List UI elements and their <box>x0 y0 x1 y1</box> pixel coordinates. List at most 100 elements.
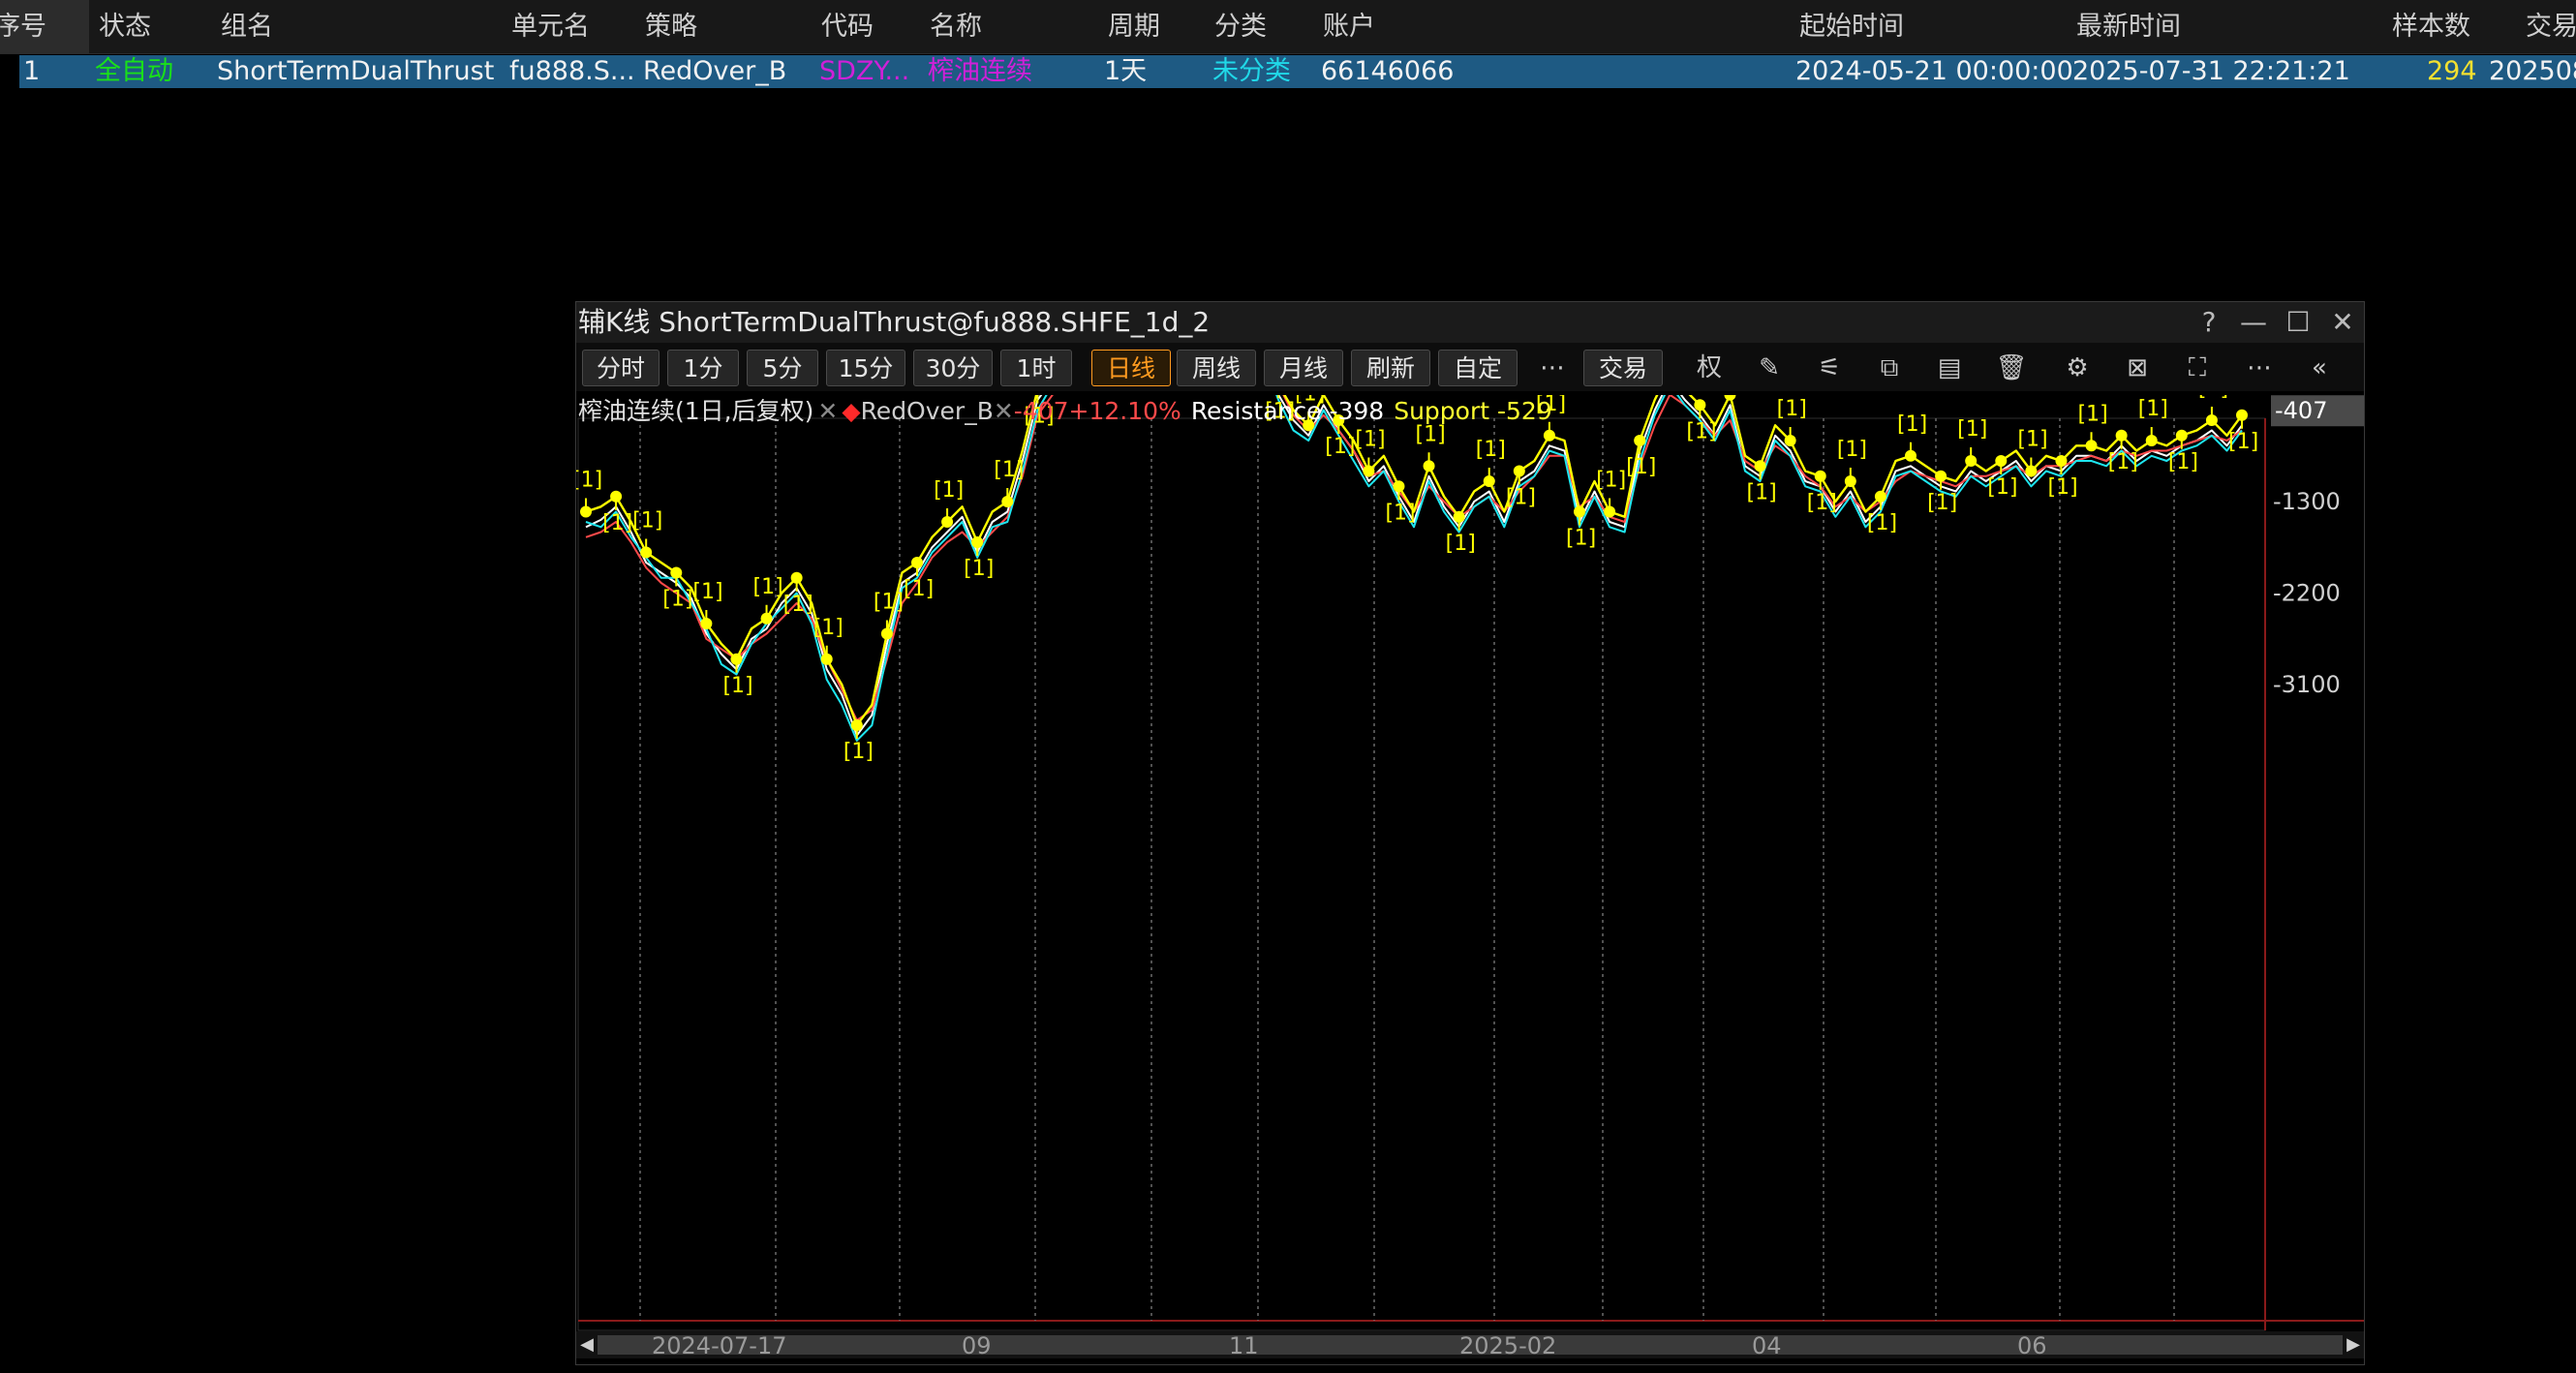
legend-resistance: Resistance -398 <box>1190 397 1385 425</box>
pen-icon[interactable]: ✎ <box>1750 350 1789 386</box>
x-label-2: 11 <box>1229 1332 1259 1359</box>
minimize-icon[interactable]: — <box>2234 302 2273 343</box>
legend-remove-strategy-icon[interactable]: ✕ <box>994 397 1014 425</box>
period-button-weekly[interactable]: 周线 <box>1177 350 1256 386</box>
scroll-left-icon[interactable]: ◀ <box>576 1331 598 1358</box>
legend-strategy: RedOver_B <box>860 397 994 425</box>
legend-diamond-icon: ◆ <box>842 397 861 425</box>
signal-label-74: [1] <box>1686 419 1716 443</box>
signal-label-60: [1] <box>1476 438 1506 462</box>
col-latest-time[interactable]: 最新时间 <box>2076 0 2181 53</box>
cell-samples: 294 <box>2427 56 2477 86</box>
col-seq[interactable]: 序号 <box>0 0 46 53</box>
signal-label-8: [1] <box>692 580 722 604</box>
cell-unit: fu888.S... <box>509 56 635 86</box>
period-button-monthly[interactable]: 月线 <box>1264 350 1343 386</box>
col-samples[interactable]: 样本数 <box>2392 0 2470 53</box>
signal-label-90: [1] <box>1927 491 1957 515</box>
signal-label-80: [1] <box>1777 397 1807 421</box>
gear-icon[interactable]: ⚙ <box>2058 350 2097 386</box>
trash-icon[interactable]: 🗑 <box>1992 350 2031 386</box>
x-label-4: 04 <box>1752 1332 1782 1359</box>
signal-label-2: [1] <box>602 511 632 535</box>
legend-remove-series-icon[interactable]: ✕ <box>817 397 838 425</box>
signal-label-70: [1] <box>1626 455 1656 479</box>
signal-label-6: [1] <box>662 588 692 612</box>
signal-label-86: [1] <box>1867 511 1897 535</box>
cell-period: 1天 <box>1104 56 1148 86</box>
col-unit[interactable]: 单元名 <box>511 0 590 53</box>
layout-icon[interactable]: ▤ <box>1930 350 1969 386</box>
signal-label-98: [1] <box>2047 475 2077 500</box>
maximize-icon[interactable]: ☐ <box>2279 302 2317 343</box>
signal-label-26: [1] <box>964 557 994 581</box>
more-periods-icon[interactable]: ⋯ <box>1533 350 1572 386</box>
legend-series-name: 榨油连续(1日,后复权) <box>578 397 814 425</box>
kline-chart[interactable]: 500-1300-2200-3100-407[1][1][1][1][1][1]… <box>576 395 2364 1332</box>
trade-button[interactable]: 交易 <box>1583 350 1663 386</box>
col-category[interactable]: 分类 <box>1214 0 1267 53</box>
period-button-daily[interactable]: 日线 <box>1091 350 1171 386</box>
signal-label-94: [1] <box>1987 475 2017 500</box>
cell-group: ShortTermDualThrust <box>217 56 495 86</box>
col-status[interactable]: 状态 <box>99 0 151 53</box>
window-title-bar[interactable]: 辅K线 ShortTermDualThrust@fu888.SHFE_1d_2 … <box>576 302 2364 343</box>
copy-icon[interactable]: ⧉ <box>1870 350 1909 386</box>
signal-label-16: [1] <box>813 616 843 640</box>
col-code[interactable]: 代码 <box>821 0 874 53</box>
adjust-rights-button[interactable]: 权 <box>1690 350 1729 386</box>
col-strategy[interactable]: 策略 <box>645 0 697 53</box>
table-row[interactable]: 1 全自动 ShortTermDualThrust fu888.S... Red… <box>19 55 2576 88</box>
custom-button[interactable]: 自定 <box>1438 350 1518 386</box>
cell-strategy: RedOver_B <box>643 56 787 86</box>
close-icon[interactable]: ✕ <box>2323 302 2362 343</box>
signal-label-106: [1] <box>2168 450 2198 474</box>
period-button-5m[interactable]: 5分 <box>747 350 818 386</box>
period-button-30m[interactable]: 30分 <box>913 350 993 386</box>
col-name[interactable]: 名称 <box>930 0 982 53</box>
signal-label-54: [1] <box>1385 501 1415 525</box>
y-tick-label-1: -1300 <box>2273 488 2341 515</box>
signal-label-12: [1] <box>753 575 783 599</box>
series-line-cyan <box>585 395 2243 742</box>
signal-label-66: [1] <box>1566 527 1596 551</box>
signal-label-108: [1] <box>2198 395 2228 401</box>
scroll-right-icon[interactable]: ▶ <box>2343 1331 2364 1358</box>
col-account[interactable]: 账户 <box>1323 0 1375 53</box>
period-button-1h[interactable]: 1时 <box>1000 350 1072 386</box>
cell-status: 全自动 <box>95 56 173 86</box>
signal-label-62: [1] <box>1506 486 1536 510</box>
col-period[interactable]: 周期 <box>1108 0 1160 53</box>
settings-sliders-icon[interactable]: ⚟ <box>1810 350 1849 386</box>
period-button-1m[interactable]: 1分 <box>667 350 739 386</box>
cell-trade: 202508 <box>2489 56 2576 86</box>
signal-label-20: [1] <box>874 591 904 615</box>
refresh-button[interactable]: 刷新 <box>1351 350 1430 386</box>
cell-start-time: 2024-05-21 00:00:00 <box>1795 56 2073 86</box>
signal-label-82: [1] <box>1807 491 1837 515</box>
window-title: 辅K线 ShortTermDualThrust@fu888.SHFE_1d_2 <box>578 306 1211 338</box>
plot-frame <box>577 417 2266 1331</box>
legend-support: Support -529 <box>1394 397 1552 425</box>
box-close-icon[interactable]: ⊠ <box>2118 350 2157 386</box>
col-group[interactable]: 组名 <box>221 0 273 53</box>
cell-seq: 1 <box>23 56 41 86</box>
collapse-icon[interactable]: « <box>2300 350 2339 386</box>
signal-label-78: [1] <box>1747 480 1777 504</box>
signal-label-52: [1] <box>1355 428 1385 452</box>
y-tick-label-3: -3100 <box>2273 671 2341 698</box>
cell-category: 未分类 <box>1212 56 1291 86</box>
signal-marker-76 <box>1724 395 1736 401</box>
more-icon[interactable]: ⋯ <box>2240 350 2279 386</box>
col-start-time[interactable]: 起始时间 <box>1799 0 1904 53</box>
signal-label-58: [1] <box>1446 532 1476 556</box>
col-trade[interactable]: 交易 <box>2526 0 2576 53</box>
fullscreen-icon[interactable]: ⛶ <box>2178 350 2217 386</box>
period-button-15m[interactable]: 15分 <box>826 350 905 386</box>
help-icon[interactable]: ? <box>2190 302 2228 343</box>
signal-label-18: [1] <box>843 740 874 764</box>
signal-label-84: [1] <box>1837 438 1867 462</box>
period-button-timeshare[interactable]: 分时 <box>582 350 659 386</box>
kline-window[interactable]: 辅K线 ShortTermDualThrust@fu888.SHFE_1d_2 … <box>575 301 2365 1365</box>
signal-label-0: [1] <box>576 469 602 493</box>
